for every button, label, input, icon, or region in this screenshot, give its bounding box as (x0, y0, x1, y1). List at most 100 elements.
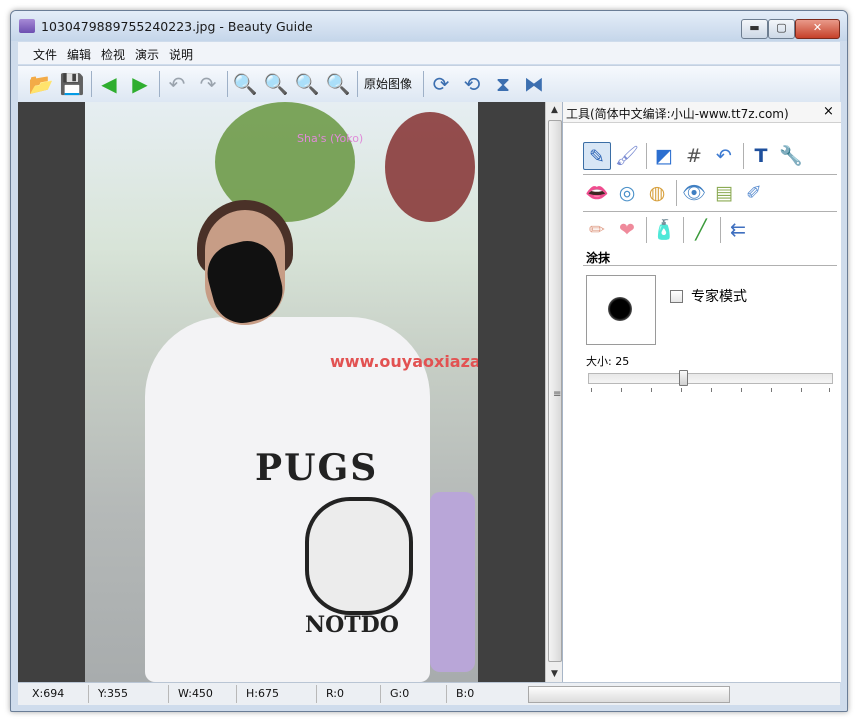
panel-title: 工具(简体中文编译:小山-www.tt7z.com) (566, 107, 789, 121)
zoom-out-icon[interactable]: 🔍 (263, 71, 289, 97)
status-separator (88, 685, 89, 703)
tool-separator (676, 180, 677, 206)
bottle-tool-icon[interactable]: 🧴 (650, 216, 678, 244)
app-window: 1030479889755240223.jpg - Beauty Guide ▬… (10, 10, 848, 712)
slider-tick (829, 388, 830, 392)
scroll-thumb[interactable]: ≡ (548, 120, 562, 662)
blush-tool-icon[interactable]: ◍ (643, 179, 671, 207)
text-tool-icon[interactable]: T (747, 142, 775, 170)
status-x: X:694 (32, 687, 65, 700)
pug-graphic (305, 497, 413, 615)
tree-foliage (385, 112, 475, 222)
panel-header: 工具(简体中文编译:小山-www.tt7z.com) × (563, 102, 841, 123)
status-separator (168, 685, 169, 703)
menu-file[interactable]: 文件 (33, 46, 57, 63)
panel-close-button[interactable]: × (823, 104, 834, 119)
toolbar-separator (91, 71, 92, 97)
tool-row-divider (583, 211, 837, 212)
undo-tool-icon[interactable]: ↶ (710, 142, 738, 170)
compact-tool-icon[interactable]: ◎ (613, 179, 641, 207)
crop-tool-icon[interactable]: ◩ (650, 142, 678, 170)
menu-edit[interactable]: 编辑 (67, 46, 91, 63)
section-divider (583, 265, 837, 266)
photo-watermark: Sha's (Yoko) (297, 132, 364, 145)
save-disk-icon[interactable]: 💾 (59, 71, 85, 97)
toolbar: 📂 💾 ◀ ▶ ↶ ↷ 🔍 🔍 🔍 🔍 原始图像 ⟳ ⟲ ⧗ ⧓ (18, 65, 840, 103)
size-slider-thumb[interactable] (679, 370, 688, 386)
menu-view[interactable]: 检视 (101, 46, 125, 63)
flip-horizontal-icon[interactable]: ⧓ (521, 71, 547, 97)
status-separator (446, 685, 447, 703)
close-button[interactable]: ✕ (795, 19, 840, 39)
heart-tool-icon[interactable]: ❤ (613, 216, 641, 244)
slider-tick (741, 388, 742, 392)
status-green: G:0 (390, 687, 410, 700)
sharpen-tool-icon[interactable]: ⇇ (724, 216, 752, 244)
expert-mode-label[interactable]: 专家模式 (691, 286, 747, 306)
minimize-button[interactable]: ▬ (741, 19, 768, 39)
grid-tool-icon[interactable]: # (680, 142, 708, 170)
status-height: H:675 (246, 687, 279, 700)
shirt-text-bottom: NOTDO (305, 612, 399, 638)
window-title: 1030479889755240223.jpg - Beauty Guide (41, 19, 313, 34)
toolbar-separator (227, 71, 228, 97)
image-canvas[interactable]: PUGS NOTDO Sha's (Yoko) www.ouyaoxiazai.… (18, 102, 545, 682)
scroll-up-arrow-icon[interactable]: ▲ (546, 102, 563, 118)
maximize-button[interactable]: ▢ (768, 19, 795, 39)
size-slider-track[interactable] (588, 373, 833, 384)
title-bar[interactable]: 1030479889755240223.jpg - Beauty Guide ▬… (11, 11, 847, 41)
brush-dot-icon (608, 297, 632, 321)
vertical-scrollbar[interactable]: ▲ ≡ ▼ (545, 102, 563, 682)
tool-separator (683, 217, 684, 243)
status-blue: B:0 (456, 687, 475, 700)
photo: PUGS NOTDO Sha's (Yoko) www.ouyaoxiazai.… (85, 102, 478, 682)
status-separator (236, 685, 237, 703)
tool-separator (720, 217, 721, 243)
lips-tool-icon[interactable]: 👄 (583, 179, 611, 207)
shirt-text: PUGS (255, 447, 379, 489)
site-watermark: www.ouyaoxiazai.com (330, 352, 478, 371)
eye-tool-icon[interactable]: 👁 (680, 179, 708, 207)
rotate-clockwise-icon[interactable]: ⟳ (428, 71, 454, 97)
zoom-fit-icon[interactable]: 🔍 (294, 71, 320, 97)
status-separator (380, 685, 381, 703)
undo-icon[interactable]: ↶ (164, 71, 190, 97)
mascara-tool-icon[interactable]: ╱ (687, 216, 715, 244)
folder-open-icon[interactable]: 📂 (28, 71, 54, 97)
app-icon (19, 19, 35, 33)
paint-tool-icon[interactable]: 🖌 (613, 142, 641, 170)
progress-bar (528, 686, 730, 703)
tool-separator (646, 143, 647, 169)
status-red: R:0 (326, 687, 345, 700)
menu-slideshow[interactable]: 演示 (135, 46, 159, 63)
scroll-down-arrow-icon[interactable]: ▼ (546, 666, 563, 682)
redo-icon[interactable]: ↷ (195, 71, 221, 97)
menu-help[interactable]: 说明 (169, 46, 193, 63)
arrow-left-icon[interactable]: ◀ (96, 71, 122, 97)
pencil-tool-icon[interactable]: ✐ (740, 179, 768, 207)
original-image-button[interactable]: 原始图像 (364, 75, 412, 92)
slider-tick (591, 388, 592, 392)
wrench-tool-icon[interactable]: 🔧 (777, 142, 805, 170)
status-bar: X:694 Y:355 W:450 H:675 R:0 G:0 B:0 (18, 682, 840, 705)
purple-bag (430, 492, 475, 672)
slider-tick (651, 388, 652, 392)
brush-preview (586, 275, 656, 345)
toolbar-separator (159, 71, 160, 97)
arrow-right-icon[interactable]: ▶ (127, 71, 153, 97)
flip-vertical-icon[interactable]: ⧗ (490, 71, 516, 97)
rotate-counterclockwise-icon[interactable]: ⟲ (459, 71, 485, 97)
status-width: W:450 (178, 687, 213, 700)
size-label: 大小: 25 (586, 355, 630, 368)
brush-tool-icon[interactable]: ✎ (583, 142, 611, 170)
toolbar-separator (423, 71, 424, 97)
zoom-in-icon[interactable]: 🔍 (232, 71, 258, 97)
slider-tick (711, 388, 712, 392)
expert-mode-checkbox[interactable] (670, 290, 683, 303)
concealer-tool-icon[interactable]: ✏ (583, 216, 611, 244)
slider-tick (621, 388, 622, 392)
section-label: 涂抹 (586, 251, 611, 265)
zoom-actual-icon[interactable]: 🔍 (325, 71, 351, 97)
eyeshadow-tool-icon[interactable]: ▤ (710, 179, 738, 207)
grip-icon: ≡ (553, 389, 562, 400)
